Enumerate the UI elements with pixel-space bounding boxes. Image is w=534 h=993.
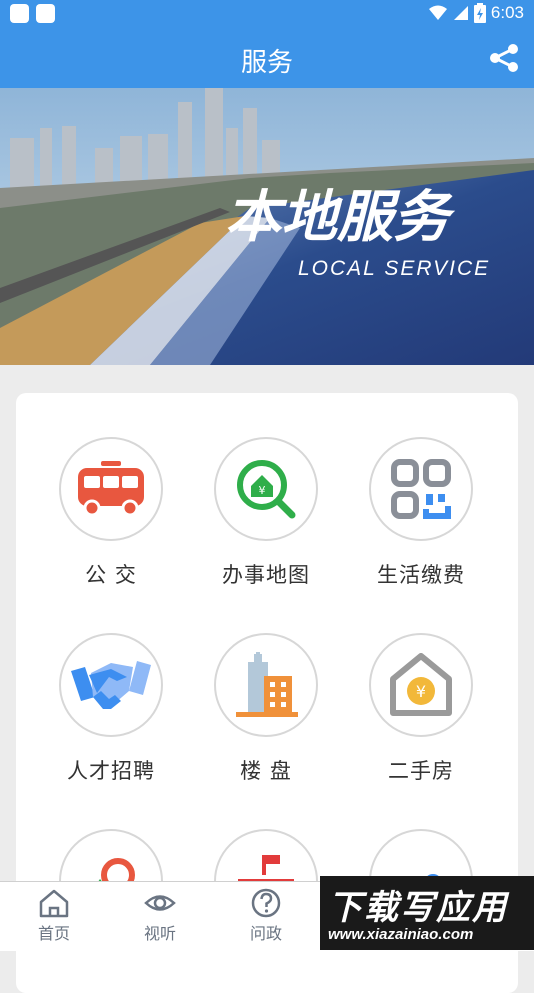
service-property[interactable]: 楼 盘 — [191, 633, 341, 785]
service-label: 办事地图 — [222, 563, 310, 587]
service-bills[interactable]: 生活缴费 — [346, 437, 496, 589]
clock: 6:03 — [490, 3, 524, 22]
home-icon — [39, 889, 69, 918]
svg-text:¥: ¥ — [416, 682, 426, 701]
tab-label: 问政 — [249, 924, 282, 943]
map-search-icon: ¥ — [214, 437, 318, 541]
tab-label: 视听 — [143, 924, 176, 943]
tab-label: 首页 — [37, 924, 70, 943]
service-bus[interactable]: 公 交 — [36, 437, 186, 589]
watermark-title: 下载写应用 — [328, 888, 508, 928]
tab-home[interactable]: 首页 — [24, 888, 84, 944]
svg-text:¥: ¥ — [259, 484, 266, 497]
notification-icon — [36, 4, 55, 23]
tab-media[interactable]: 视听 — [130, 888, 190, 944]
service-label: 二手房 — [388, 759, 454, 783]
question-icon — [251, 888, 281, 918]
bus-icon — [59, 437, 163, 541]
qr-code-icon — [369, 437, 473, 541]
service-second-hand-house[interactable]: ¥ 二手房 — [346, 633, 496, 785]
share-icon[interactable] — [488, 42, 520, 74]
watermark: 下载写应用 www.xiazainiao.com — [320, 876, 534, 950]
app-bar: 服务 — [0, 28, 534, 88]
notification-icon — [10, 4, 29, 23]
banner-title: 本地服务 — [225, 185, 456, 250]
service-label: 人才招聘 — [67, 759, 155, 783]
service-label: 楼 盘 — [240, 759, 292, 783]
battery-icon — [473, 3, 486, 23]
page-title: 服务 — [240, 48, 293, 78]
wifi-icon — [428, 5, 447, 20]
banner-image[interactable]: 本地服务 LOCAL SERVICE — [0, 88, 534, 365]
service-map[interactable]: ¥ 办事地图 — [191, 437, 341, 589]
building-icon — [214, 633, 318, 737]
service-label: 公 交 — [85, 563, 137, 587]
eye-icon — [144, 895, 176, 911]
watermark-url: www.xiazainiao.com — [328, 926, 474, 943]
service-label: 生活缴费 — [377, 563, 465, 587]
signal-icon — [453, 6, 468, 20]
status-bar: 6:03 — [0, 0, 534, 28]
banner-subtitle: LOCAL SERVICE — [298, 257, 490, 280]
house-icon: ¥ — [369, 633, 473, 737]
tab-inquiry[interactable]: 问政 — [236, 888, 296, 944]
handshake-icon — [59, 633, 163, 737]
service-jobs[interactable]: 人才招聘 — [36, 633, 186, 785]
